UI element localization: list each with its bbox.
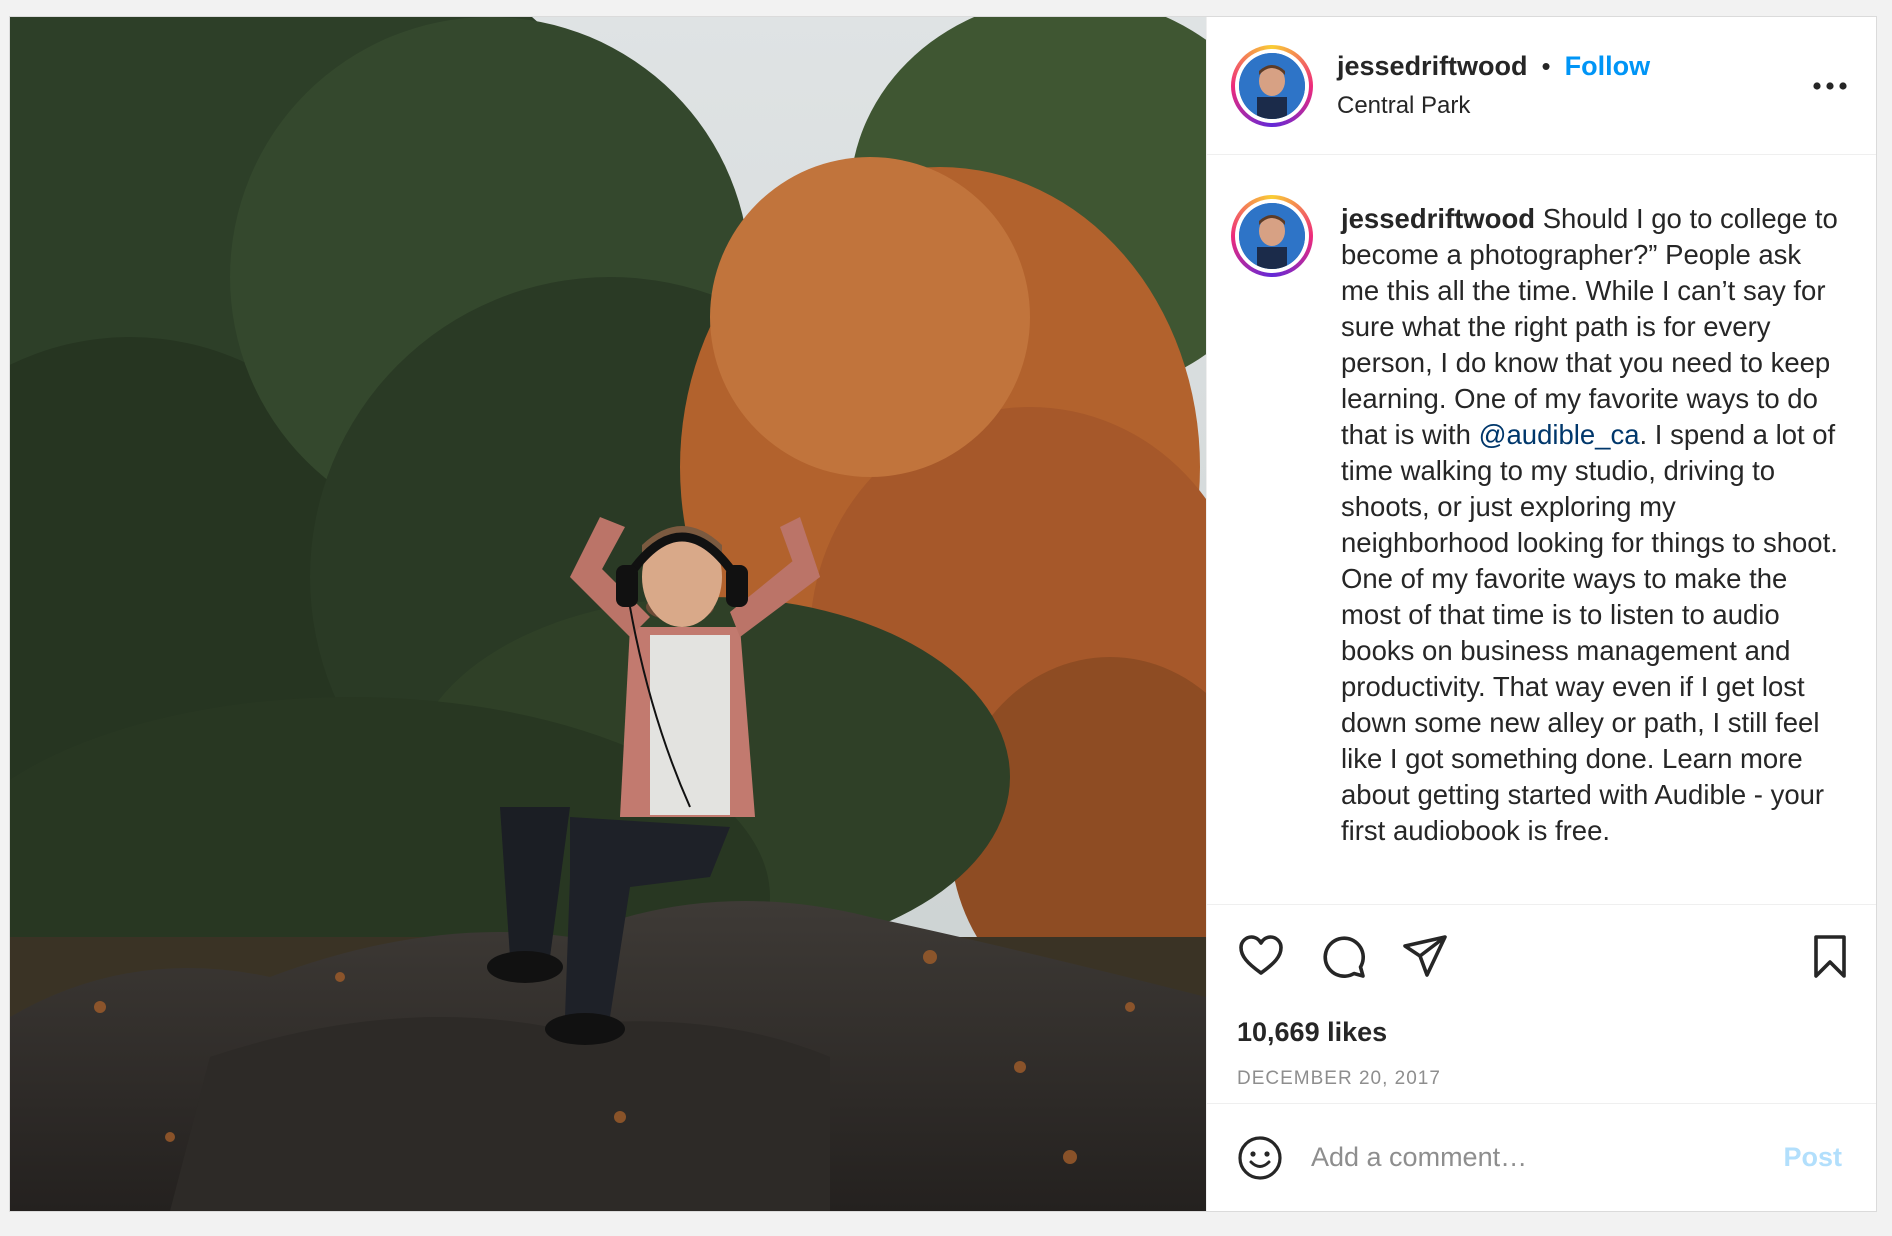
author-avatar[interactable] xyxy=(1231,44,1313,127)
more-options-icon[interactable] xyxy=(1810,66,1850,106)
comment-bar: Post xyxy=(1207,1103,1876,1211)
caption-mention-link[interactable]: @audible_ca xyxy=(1479,419,1640,450)
post-comment-button[interactable]: Post xyxy=(1783,1142,1842,1173)
comment-input[interactable] xyxy=(1309,1141,1784,1174)
caption-section: jessedriftwood Should I go to college to… xyxy=(1207,155,1876,905)
separator-dot: • xyxy=(1541,51,1551,81)
post-photo[interactable] xyxy=(10,17,1206,1211)
post-card: jessedriftwood • Follow Central Park jes… xyxy=(9,16,1877,1212)
avatar-portrait xyxy=(1239,52,1305,119)
share-icon[interactable] xyxy=(1401,932,1449,980)
comment-icon[interactable] xyxy=(1319,932,1367,980)
author-username[interactable]: jessedriftwood xyxy=(1337,51,1528,82)
caption-avatar[interactable] xyxy=(1231,195,1313,277)
avatar-portrait xyxy=(1239,203,1305,269)
park-photo-illustration xyxy=(10,17,1206,1211)
caption-body-part1: Should I go to college to become a photo… xyxy=(1341,203,1838,450)
bookmark-icon[interactable] xyxy=(1806,932,1854,980)
action-bar xyxy=(1207,905,1876,1007)
heart-icon[interactable] xyxy=(1237,932,1285,980)
caption-body-part2: . I spend a lot of time walking to my st… xyxy=(1341,419,1838,846)
smiley-icon[interactable] xyxy=(1237,1135,1283,1181)
post-header: jessedriftwood • Follow Central Park xyxy=(1207,17,1876,155)
post-side-panel: jessedriftwood • Follow Central Park jes… xyxy=(1206,17,1876,1211)
caption-username[interactable]: jessedriftwood xyxy=(1341,203,1535,234)
caption-text: jessedriftwood Should I go to college to… xyxy=(1341,195,1846,904)
post-date[interactable]: DECEMBER 20, 2017 xyxy=(1207,1048,1876,1090)
likes-count[interactable]: 10,669 likes xyxy=(1207,1007,1876,1048)
post-location[interactable]: Central Park xyxy=(1337,92,1810,120)
follow-button[interactable]: Follow xyxy=(1565,51,1650,82)
